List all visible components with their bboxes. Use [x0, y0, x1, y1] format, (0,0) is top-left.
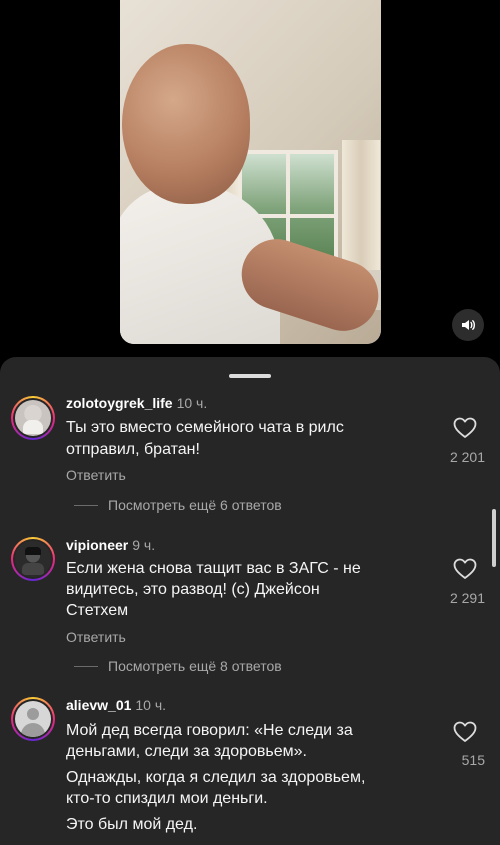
- avatar[interactable]: [11, 396, 55, 440]
- sheet-drag-handle[interactable]: [229, 374, 271, 378]
- like-count: 2 291: [449, 590, 485, 606]
- avatar-border: [13, 539, 53, 579]
- comment-time: 10 ч.: [176, 395, 208, 411]
- replies-divider: [74, 665, 98, 667]
- like-count: 515: [461, 752, 485, 768]
- comment-header: alievw_01 10 ч.: [66, 697, 166, 713]
- avatar-image: [15, 701, 51, 737]
- comment-text: отправил, братан!: [66, 441, 200, 458]
- reply-button[interactable]: Ответить: [66, 467, 126, 483]
- view-more-replies-button[interactable]: Посмотреть ещё 8 ответов: [74, 658, 282, 674]
- view-more-replies-button[interactable]: Посмотреть ещё 6 ответов: [74, 497, 282, 513]
- reply-button[interactable]: Ответить: [66, 629, 126, 645]
- like-count: 2 201: [449, 449, 485, 465]
- heart-icon[interactable]: [453, 558, 477, 580]
- comment-text: Это был мой дед.: [66, 816, 198, 833]
- avatar-image: [15, 541, 51, 577]
- reel-video-area[interactable]: [0, 0, 500, 360]
- comment-text: кто-то спиздил мои деньги.: [66, 790, 268, 807]
- avatar-border: [13, 699, 53, 739]
- comment-text: Если жена снова тащит вас в ЗАГС - не: [66, 560, 361, 577]
- view-more-replies-label: Посмотреть ещё 6 ответов: [108, 497, 282, 513]
- comment-username[interactable]: vipioneer: [66, 537, 128, 553]
- heart-icon[interactable]: [453, 721, 477, 743]
- reel-video[interactable]: [120, 0, 381, 344]
- replies-divider: [74, 504, 98, 506]
- comment-text: Однажды, когда я следил за здоровьем,: [66, 769, 366, 786]
- speaker-icon: [462, 320, 475, 330]
- comment-time: 9 ч.: [132, 537, 156, 553]
- comment-text: видитесь, это развод! (с) Джейсон: [66, 581, 320, 598]
- video-person-head: [122, 44, 250, 204]
- comment-text: Мой дед всегда говорил: «Не следи за: [66, 722, 353, 739]
- comment-username[interactable]: alievw_01: [66, 697, 131, 713]
- avatar[interactable]: [11, 697, 55, 741]
- avatar-image: [15, 400, 51, 436]
- heart-icon[interactable]: [453, 417, 477, 439]
- comment-text: Стетхем: [66, 602, 129, 619]
- comments-scrollbar[interactable]: [492, 509, 496, 567]
- comment-header: zolotoygrek_life 10 ч.: [66, 395, 207, 411]
- avatar-border: [13, 398, 53, 438]
- comment-header: vipioneer 9 ч.: [66, 537, 155, 553]
- view-more-replies-label: Посмотреть ещё 8 ответов: [108, 658, 282, 674]
- comment-text: деньгами, следи за здоровьем».: [66, 743, 307, 760]
- comment-text: Ты это вместо семейного чата в рилс: [66, 419, 344, 436]
- sound-toggle-button[interactable]: [452, 309, 484, 341]
- comment-username[interactable]: zolotoygrek_life: [66, 395, 173, 411]
- avatar[interactable]: [11, 537, 55, 581]
- comments-sheet[interactable]: zolotoygrek_life 10 ч. Ты это вместо семе…: [0, 357, 500, 845]
- comment-time: 10 ч.: [135, 697, 167, 713]
